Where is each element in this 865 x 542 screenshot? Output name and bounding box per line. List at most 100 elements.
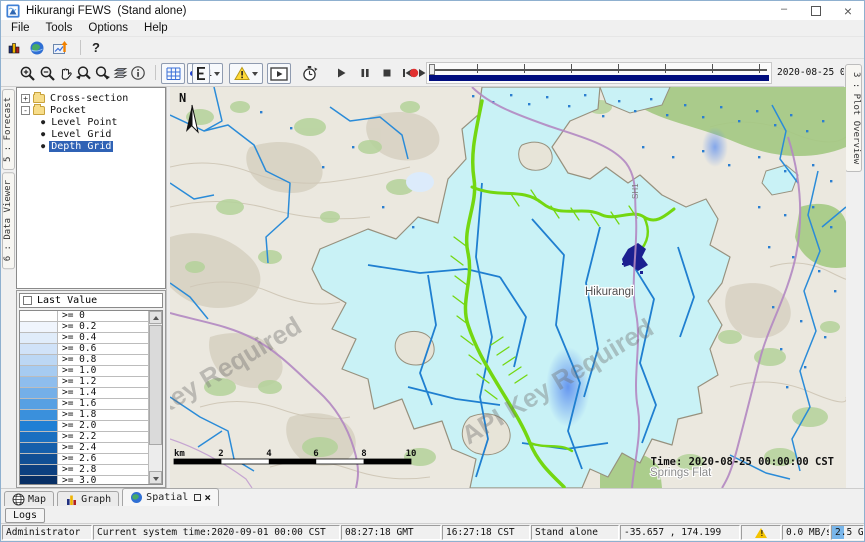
bottom-tab-bar: Map Graph Spatial [1, 488, 864, 506]
minimize-button[interactable] [768, 1, 800, 20]
menu-item[interactable]: Options [80, 22, 136, 34]
status-cell-text: Administrator [6, 527, 80, 538]
timeline-slider[interactable] [426, 62, 772, 84]
legend-label: >= 0.6 [58, 344, 148, 354]
svg-text:4: 4 [266, 449, 272, 459]
svg-text:Springs Flat: Springs Flat [650, 467, 712, 479]
stop-icon[interactable] [377, 63, 397, 83]
toolbar-separator [155, 65, 156, 80]
last-value-label: Last Value [37, 295, 97, 306]
legend-label: >= 2.6 [58, 454, 148, 464]
legend-color-swatch [20, 344, 58, 354]
last-value-checkbox[interactable] [23, 296, 32, 305]
side-tab[interactable]: 6 : Data Viewer [2, 172, 15, 269]
tab-spatial[interactable]: Spatial [122, 488, 219, 506]
legend-color-swatch [20, 476, 58, 485]
zoom-next-icon[interactable] [92, 63, 112, 83]
tab-close-icon[interactable] [204, 494, 211, 502]
tree-item-label: Cross-section [48, 93, 130, 104]
left-tab-strip: 5 : Forecast 6 : Data Viewer [1, 87, 16, 488]
legend-color-swatch [20, 366, 58, 376]
chevron-down-icon [252, 72, 258, 76]
wire-globe-icon [12, 493, 25, 506]
animation-icon[interactable] [267, 63, 291, 84]
svg-text:2: 2 [218, 449, 223, 459]
status-cell: 08:27:18 GMT [341, 525, 441, 540]
timeline-thumb[interactable] [429, 64, 435, 75]
tree-expander-icon[interactable]: + [21, 94, 30, 103]
status-cell-text: 2.5 GB [835, 527, 864, 538]
logs-button[interactable]: Logs [5, 508, 45, 523]
map-canvas[interactable]: API Key Required API Key Required Hikura… [170, 87, 846, 488]
tab-spatial-label: Spatial [146, 492, 188, 503]
tab-maximize-icon[interactable] [194, 494, 201, 501]
pause-icon[interactable] [355, 63, 375, 83]
legend-row[interactable]: >= 3.0 [20, 476, 148, 485]
status-cell: -35.657 , 174.199 [620, 525, 740, 540]
legend-label: >= 2.4 [58, 443, 148, 453]
grid-icon[interactable] [161, 63, 185, 84]
tab-map[interactable]: Map [4, 491, 54, 506]
tree-item[interactable]: ● Level Grid [39, 128, 165, 140]
legend-label: >= 2.0 [58, 421, 148, 431]
status-cell: 0.0 MB/s [782, 525, 830, 540]
play-icon[interactable] [331, 63, 351, 83]
bar-chart-icon [65, 493, 78, 506]
status-warning-icon [755, 528, 767, 538]
info-icon[interactable] [128, 63, 148, 83]
status-cell-text: Stand alone [535, 527, 598, 538]
tree-item[interactable]: ● Level Point [39, 116, 165, 128]
legend-label: >= 2.2 [58, 432, 148, 442]
globe-icon [130, 491, 143, 504]
scrollbar-thumb[interactable] [149, 325, 162, 445]
map-globe-icon[interactable] [29, 40, 45, 56]
tree-item-label: Level Grid [49, 129, 113, 140]
scroll-down-icon[interactable] [149, 471, 162, 484]
legend-table: >= 0 >= 0.2 >= 0.4 >= 0.6 [19, 310, 163, 485]
scroll-up-icon[interactable] [149, 311, 162, 324]
menu-item[interactable]: Help [136, 22, 176, 34]
window-title: Hikurangi FEWS (Stand alone) [26, 5, 186, 17]
close-button[interactable] [832, 1, 864, 20]
folder-icon [33, 106, 45, 115]
spatial-display-icon[interactable] [52, 40, 69, 56]
side-tab[interactable]: 5 : Forecast [2, 89, 15, 170]
legend-color-swatch [20, 333, 58, 343]
record-icon[interactable] [408, 67, 420, 79]
legend-color-swatch [20, 443, 58, 453]
tree-item[interactable]: + ● Cross-section [21, 92, 165, 104]
legend-color-swatch [20, 399, 58, 409]
tree-item[interactable]: - ● Pocket [21, 104, 165, 116]
tree-expander-icon[interactable]: - [21, 106, 30, 115]
tab-graph[interactable]: Graph [57, 491, 119, 506]
legend-color-swatch [20, 322, 58, 332]
tab-graph-label: Graph [81, 494, 111, 505]
chevron-down-icon [214, 72, 220, 76]
legend-label: >= 1.8 [58, 410, 148, 420]
layer-tree-panel: + ● Cross-section - ● Pocket ● Level Poi… [16, 87, 166, 289]
side-tab[interactable]: 3 : Plot Overview [845, 64, 862, 172]
explorer-icon[interactable] [6, 40, 22, 56]
vertical-profile-icon[interactable] [192, 63, 210, 84]
warning-icon [234, 66, 250, 81]
tree-item[interactable]: ● Depth Grid [39, 140, 165, 152]
help-icon[interactable]: ? [92, 40, 100, 55]
legend-color-swatch [20, 377, 58, 387]
zoom-out-icon[interactable] [37, 63, 57, 83]
zoom-previous-icon[interactable] [73, 63, 93, 83]
zoom-in-icon[interactable] [17, 63, 37, 83]
status-bar: Administrator Current system time:2020-0… [1, 523, 864, 541]
warning-dropdown[interactable] [229, 63, 263, 84]
menu-item[interactable]: Tools [38, 22, 81, 34]
menu-item[interactable]: File [3, 22, 38, 34]
timeline-track [431, 69, 767, 71]
legend-scrollbar[interactable] [148, 311, 162, 484]
layers-icon[interactable] [110, 63, 130, 83]
title-bar: Hikurangi FEWS (Stand alone) [1, 1, 864, 20]
maximize-button[interactable] [800, 1, 832, 20]
timer-icon[interactable] [299, 63, 319, 83]
legend-color-swatch [20, 421, 58, 431]
pan-icon[interactable] [55, 63, 75, 83]
legend-color-swatch [20, 465, 58, 475]
tab-map-label: Map [28, 494, 46, 505]
